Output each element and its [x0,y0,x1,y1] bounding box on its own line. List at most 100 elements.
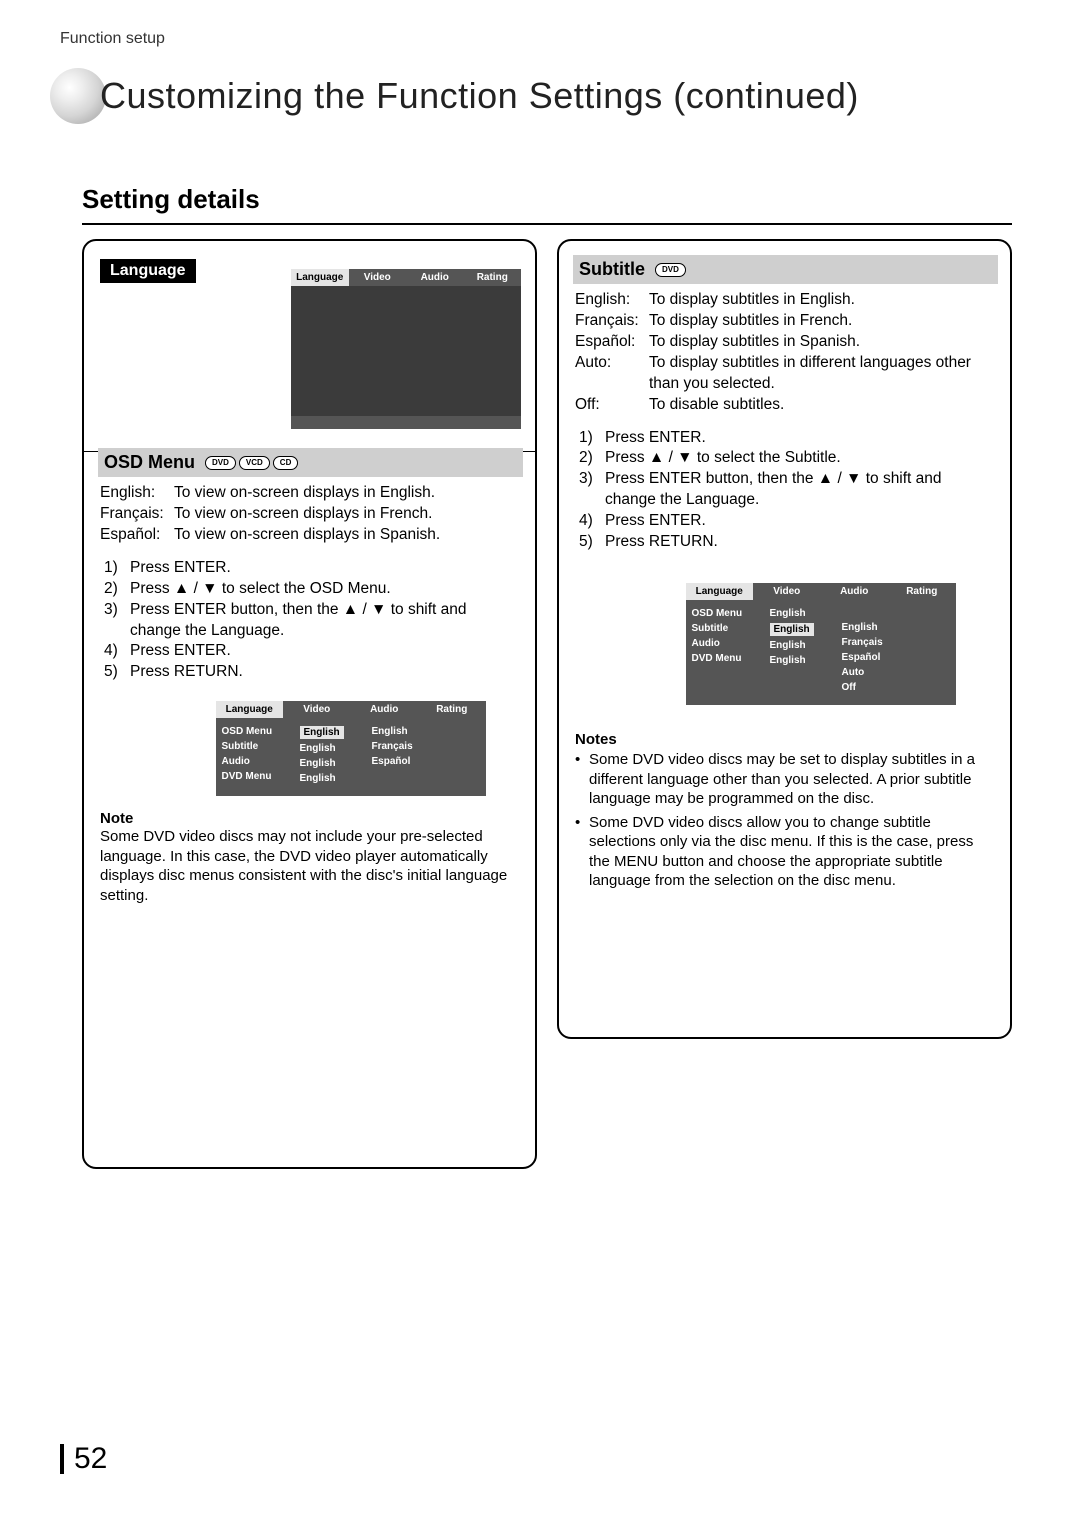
osd3-val: English [770,623,814,636]
osd3-opt: Auto [842,665,932,680]
osd-screenshot-3: Language Video Audio Rating OSD Menu Sub… [645,583,996,705]
step-num: 4) [579,511,605,532]
osd3-opt: Off [842,680,932,695]
language-tag-row: Language Language Video Audio Rating [100,259,521,443]
step-num: 2) [104,579,130,600]
step-num: 1) [104,558,130,579]
notes-list: •Some DVD video discs may be set to disp… [575,750,996,891]
step-text: Press ENTER. [605,511,706,532]
left-column: Language Language Video Audio Rating [82,239,537,1169]
manual-page: Function setup Customizing the Function … [0,0,1080,1524]
osd3-row: DVD Menu [692,651,770,666]
step-text: Press ENTER. [130,558,231,579]
osd3-row: Audio [692,636,770,651]
osd2-val: English [300,756,372,771]
osd-menu-label: OSD Menu [104,452,195,473]
osd2-tab: Audio [351,701,419,718]
def-val: To view on-screen displays in Spanish. [174,525,440,546]
osd3-row: Subtitle [692,621,770,636]
osd1-tab-rating: Rating [464,269,522,286]
def-key: Français: [100,504,174,525]
badge-dvd: DVD [205,456,236,470]
badge-dvd: DVD [655,263,686,277]
step-text: Press ENTER button, then the ▲ / ▼ to sh… [605,469,996,511]
osd2-val: English [300,771,372,786]
badge-cd: CD [273,456,299,470]
def-key: English: [100,483,174,504]
step-num: 2) [579,448,605,469]
title-row: Customizing the Function Settings (conti… [50,68,1040,124]
osd1-tab-audio: Audio [406,269,464,286]
osd3-opt: English [842,620,932,635]
osd-menu-heading: OSD Menu DVD VCD CD [98,448,523,477]
bullet-icon: • [575,750,589,809]
page-title: Customizing the Function Settings (conti… [100,75,859,117]
osd3-tab: Language [686,583,754,600]
def-key: Français: [575,311,649,332]
step-text: Press RETURN. [130,662,243,683]
def-val: To view on-screen displays in English. [174,483,435,504]
osd3-val: English [770,606,842,621]
step-text: Press ▲ / ▼ to select the OSD Menu. [130,579,391,600]
note-body: Some DVD video discs may not include you… [100,827,521,905]
decorative-orb-icon [50,68,106,124]
def-key: Español: [100,525,174,546]
bullet-text: Some DVD video discs may be set to displ… [589,750,996,809]
osd-screenshot-2: Language Video Audio Rating OSD Menu Sub… [180,701,521,796]
left-panel: Language Language Video Audio Rating [82,239,537,1169]
step-text: Press RETURN. [605,532,718,553]
osd2-tab: Language [216,701,284,718]
step-text: Press ENTER. [130,641,231,662]
def-val: To display subtitles in Spanish. [649,332,860,353]
step-text: Press ▲ / ▼ to select the Subtitle. [605,448,841,469]
bullet-text: Some DVD video discs allow you to change… [589,813,996,891]
osd3-opt: Español [842,650,932,665]
subtitle-heading: Subtitle DVD [573,255,998,284]
osd2-row: DVD Menu [222,769,300,784]
def-key: Auto: [575,353,649,395]
section-rule [82,223,1012,225]
def-key: Español: [575,332,649,353]
osd2-val: English [300,726,344,739]
osd3-opt: Français [842,635,932,650]
osd3-tab: Rating [888,583,956,600]
osd2-opt: English [372,724,462,739]
osd3-val: English [770,638,842,653]
language-tag: Language [100,259,196,283]
section-title: Setting details [82,184,1040,215]
osd2-val: English [300,741,372,756]
osd2-tab: Rating [418,701,486,718]
osd1-tab-video: Video [349,269,407,286]
def-key: Off: [575,395,649,416]
step-num: 4) [104,641,130,662]
def-val: To display subtitles in different langua… [649,353,996,395]
osd2-row: OSD Menu [222,724,300,739]
subtitle-steps: 1)Press ENTER. 2)Press ▲ / ▼ to select t… [579,428,996,554]
right-column: Subtitle DVD English:To display subtitle… [557,239,1012,1169]
osd3-row: OSD Menu [692,606,770,621]
step-text: Press ENTER. [605,428,706,449]
step-num: 5) [579,532,605,553]
page-number: 52 [60,1444,107,1474]
subtitle-label: Subtitle [579,259,645,280]
step-num: 3) [579,469,605,511]
osd2-opt: Français [372,739,462,754]
osd3-tab: Video [753,583,821,600]
osd2-row: Subtitle [222,739,300,754]
notes-heading: Notes [575,731,996,748]
osd2-row: Audio [222,754,300,769]
step-num: 3) [104,600,130,642]
osd-menu-steps: 1)Press ENTER. 2)Press ▲ / ▼ to select t… [104,558,521,684]
step-num: 5) [104,662,130,683]
note-heading: Note [100,810,521,827]
def-val: To view on-screen displays in French. [174,504,432,525]
osd-menu-definitions: English:To view on-screen displays in En… [100,483,521,546]
def-val: To display subtitles in French. [649,311,852,332]
def-val: To display subtitles in English. [649,290,855,311]
osd3-val: English [770,653,842,668]
badge-vcd: VCD [239,456,270,470]
subtitle-definitions: English:To display subtitles in English.… [575,290,996,416]
osd3-tab: Audio [821,583,889,600]
breadcrumb: Function setup [60,30,1040,48]
step-num: 1) [579,428,605,449]
